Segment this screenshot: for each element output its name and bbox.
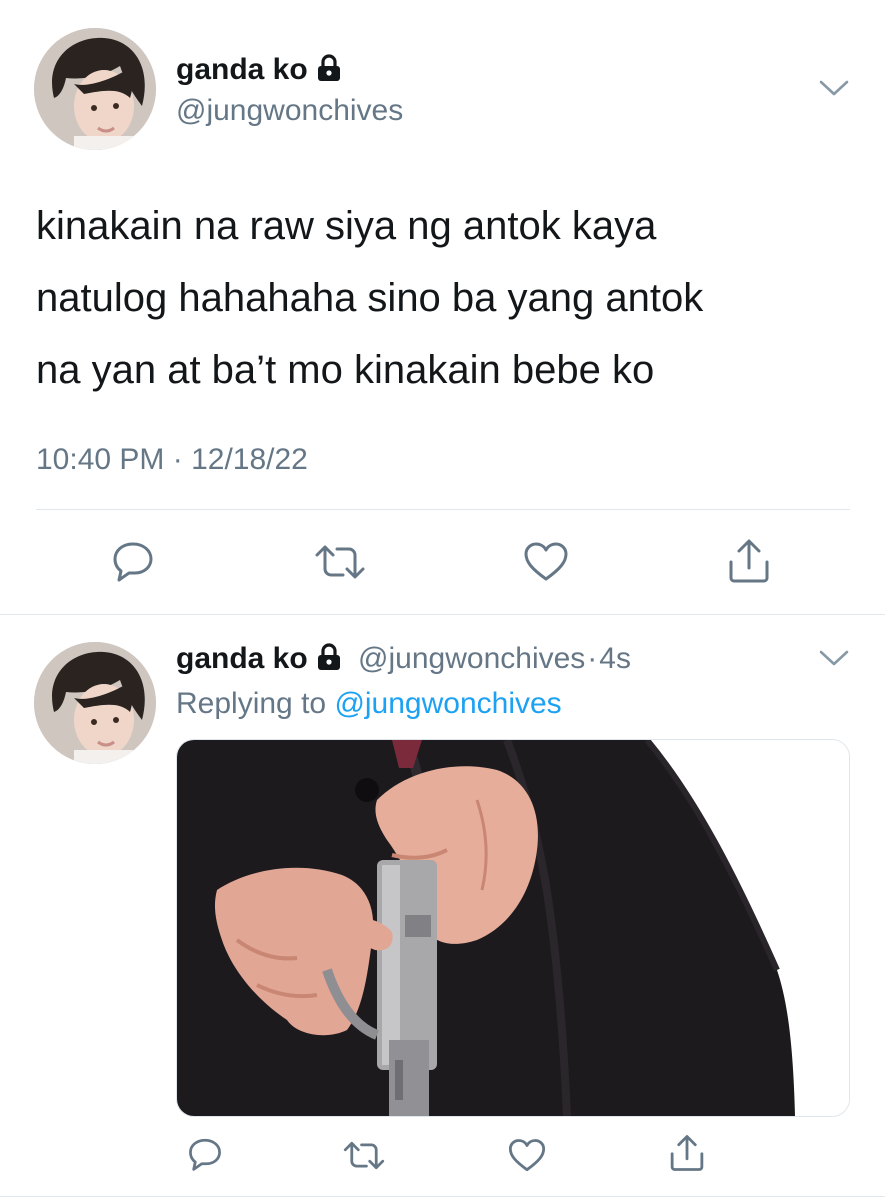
lock-icon	[316, 54, 342, 91]
reply-icon[interactable]	[187, 1137, 223, 1171]
tweet-text-line: kinakain na raw siya ng antok kaya	[36, 204, 657, 248]
author-row: ganda ko	[176, 52, 342, 88]
divider	[0, 614, 885, 615]
handle[interactable]: @jungwonchives	[176, 93, 403, 129]
divider	[36, 509, 850, 510]
reply-avatar[interactable]	[34, 642, 156, 764]
chevron-down-icon[interactable]	[818, 78, 850, 98]
replying-handle-link[interactable]: @jungwonchives	[334, 687, 561, 720]
retweet-icon[interactable]	[342, 1140, 386, 1171]
lock-icon	[316, 643, 342, 680]
like-icon[interactable]	[522, 541, 570, 583]
avatar-image	[34, 642, 156, 764]
share-icon[interactable]	[726, 538, 772, 584]
handle[interactable]: @jungwonchives	[358, 642, 585, 675]
separator: ·	[587, 642, 598, 675]
retweet-icon[interactable]	[313, 543, 367, 581]
reply-icon[interactable]	[111, 540, 155, 582]
avatar[interactable]	[34, 28, 156, 150]
tweet-text-line: na yan at ba’t mo kinakain bebe ko	[36, 348, 655, 392]
tweet-text: kinakain na raw siya ng antok kaya natul…	[36, 190, 703, 406]
replying-label: Replying to	[176, 687, 327, 720]
chevron-down-icon[interactable]	[818, 648, 850, 668]
tweet-text-line: natulog hahahaha sino ba yang antok	[36, 276, 704, 320]
timestamp[interactable]: 10:40 PM · 12/18/22	[36, 442, 308, 478]
photo-gun-hands	[177, 740, 849, 1116]
reply-author-row: ganda ko @jungwonchives·4s	[176, 641, 631, 680]
avatar-image	[34, 28, 156, 150]
display-name[interactable]: ganda ko	[176, 642, 308, 675]
like-icon[interactable]	[507, 1138, 547, 1173]
divider	[0, 1196, 885, 1197]
tweet-age[interactable]: 4s	[599, 642, 631, 675]
replying-to: Replying to @jungwonchives	[176, 686, 562, 722]
display-name[interactable]: ganda ko	[176, 53, 308, 86]
media-image[interactable]	[176, 739, 850, 1117]
share-icon[interactable]	[668, 1134, 706, 1172]
